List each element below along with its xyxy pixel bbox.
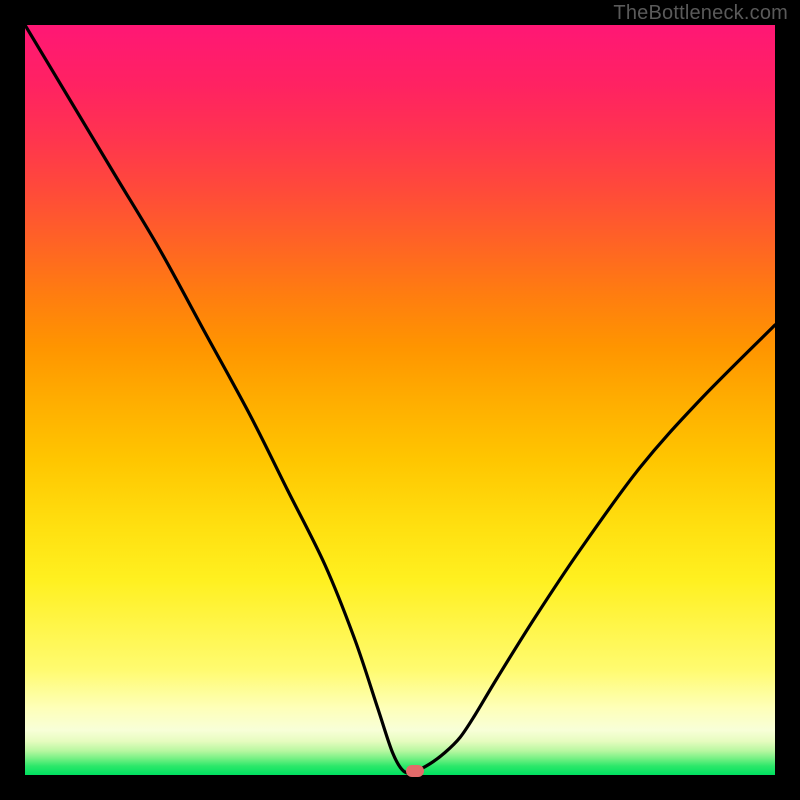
plot-area	[25, 25, 775, 775]
watermark-text: TheBottleneck.com	[613, 2, 788, 25]
chart-frame: TheBottleneck.com	[0, 0, 800, 800]
